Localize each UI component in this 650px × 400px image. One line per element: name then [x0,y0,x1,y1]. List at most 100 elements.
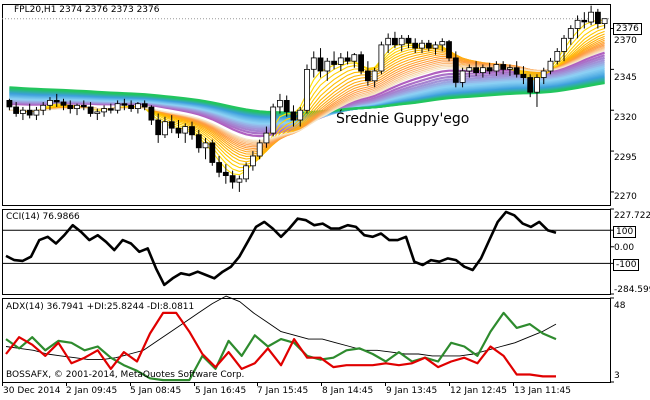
candle-body [486,67,493,72]
candle-body [175,127,182,134]
price-tick: 2295 [614,153,637,163]
candle-body [121,103,128,106]
candle-body [74,104,80,110]
candle-body [134,103,141,109]
candle-body [520,73,527,79]
cci-tick: 227.7225 [614,211,650,221]
time-axis-label: 9 Jan 13:45 [386,386,438,396]
copyright-footer: BOSSAFX, © 2001-2014, MetaQuotes Softwar… [6,370,245,380]
candle-body [53,100,60,103]
candle-body [297,109,304,121]
candle-body [391,37,398,46]
candle-body [276,100,283,108]
time-axis-label: 5 Jan 16:45 [195,386,247,396]
candle-body [236,178,243,183]
candle-body [33,109,40,116]
candle-body [547,60,554,72]
candle-body [19,109,26,114]
candle-body [182,126,189,134]
candle-body [270,106,277,134]
cci-level-tag: -100 [613,259,640,271]
candle-body [202,142,209,149]
candle-body [155,119,162,136]
cci-line [5,210,557,287]
minus-di-line [5,311,556,378]
candle-body [344,57,351,62]
cci-tick: 0.00 [614,243,635,253]
candle-body [148,106,155,121]
candle-body [216,162,223,173]
candle-body [534,77,540,93]
time-axis-label: 30 Dec 2014 [3,386,61,396]
cci-panel-title: CCI(14) 76.9866 [6,212,80,222]
candle-body [40,104,47,111]
candle-body [67,104,74,110]
candle-body [60,101,67,106]
candle-body [371,70,378,82]
candle-body [195,134,202,149]
candle-body [94,111,101,114]
candle-body [47,100,53,106]
candle-body [540,70,547,78]
candle-body [500,64,507,70]
candle-body [128,104,135,110]
candle-body [473,67,480,73]
candle-body [6,100,13,108]
candle-body [317,57,324,72]
candle-body [506,67,513,70]
time-axis-label: 13 Jan 11:45 [514,386,571,396]
candle-body [466,67,473,72]
candle-body [256,142,263,157]
candle-body [364,70,371,82]
candle-body [554,51,561,62]
candle-body [412,42,419,49]
candle-body [229,175,236,183]
cci-tick: -284.599 [614,285,650,295]
candle-body [446,41,452,59]
candle-body [561,37,567,52]
candle-body [439,41,446,46]
candle-body [310,57,317,70]
time-axis-label: 5 Jan 08:45 [130,386,182,396]
price-tick: 2370 [614,36,637,46]
candle-body [385,37,392,46]
candle-body [249,155,256,167]
candle-body [459,70,466,83]
guppy-annotation: Średnie Guppy'ego [336,111,470,127]
candle-body [13,106,20,114]
candle-body [189,126,195,136]
price-tick: 2320 [614,113,637,123]
candle-body [527,77,534,93]
price-tick: 2270 [614,192,637,202]
candle-body [574,19,581,29]
candle-body [601,18,608,25]
candle-body [493,64,500,72]
candle-body [222,171,229,177]
candle-body [168,121,175,129]
candle-body [107,108,114,111]
price-chart-title: FPL20,H1 2374 2376 2373 2376 [14,5,160,15]
terminal-chart-window[interactable]: FPL20,H1 2374 2376 2373 2376 Średnie Gup… [0,0,650,400]
time-axis-label: 2 Jan 09:45 [66,386,118,396]
price-tick: 2345 [614,73,637,83]
adx-panel-title: ADX(14) 36.7941 +DI:25.8244 -DI:8.0811 [6,302,195,312]
chart-canvas[interactable] [0,0,650,400]
candle-body [419,42,425,49]
adx-tick: 48 [614,301,626,311]
candle-body [378,44,385,72]
candle-body [567,28,574,39]
cci-panel-frame [2,209,611,295]
candle-body [595,11,601,24]
time-axis-label: 8 Jan 14:45 [322,386,374,396]
time-axis-label: 7 Jan 15:45 [257,386,309,396]
candle-body [513,67,520,75]
candle-body [351,54,358,62]
candle-body [101,108,107,113]
cci-level-tag: 100 [613,226,637,238]
candle-body [398,37,405,46]
adx-tick: 3 [614,371,620,381]
candle-body [304,69,310,111]
candle-body [581,19,588,23]
candle-body [263,132,270,144]
candle-body [26,109,33,116]
